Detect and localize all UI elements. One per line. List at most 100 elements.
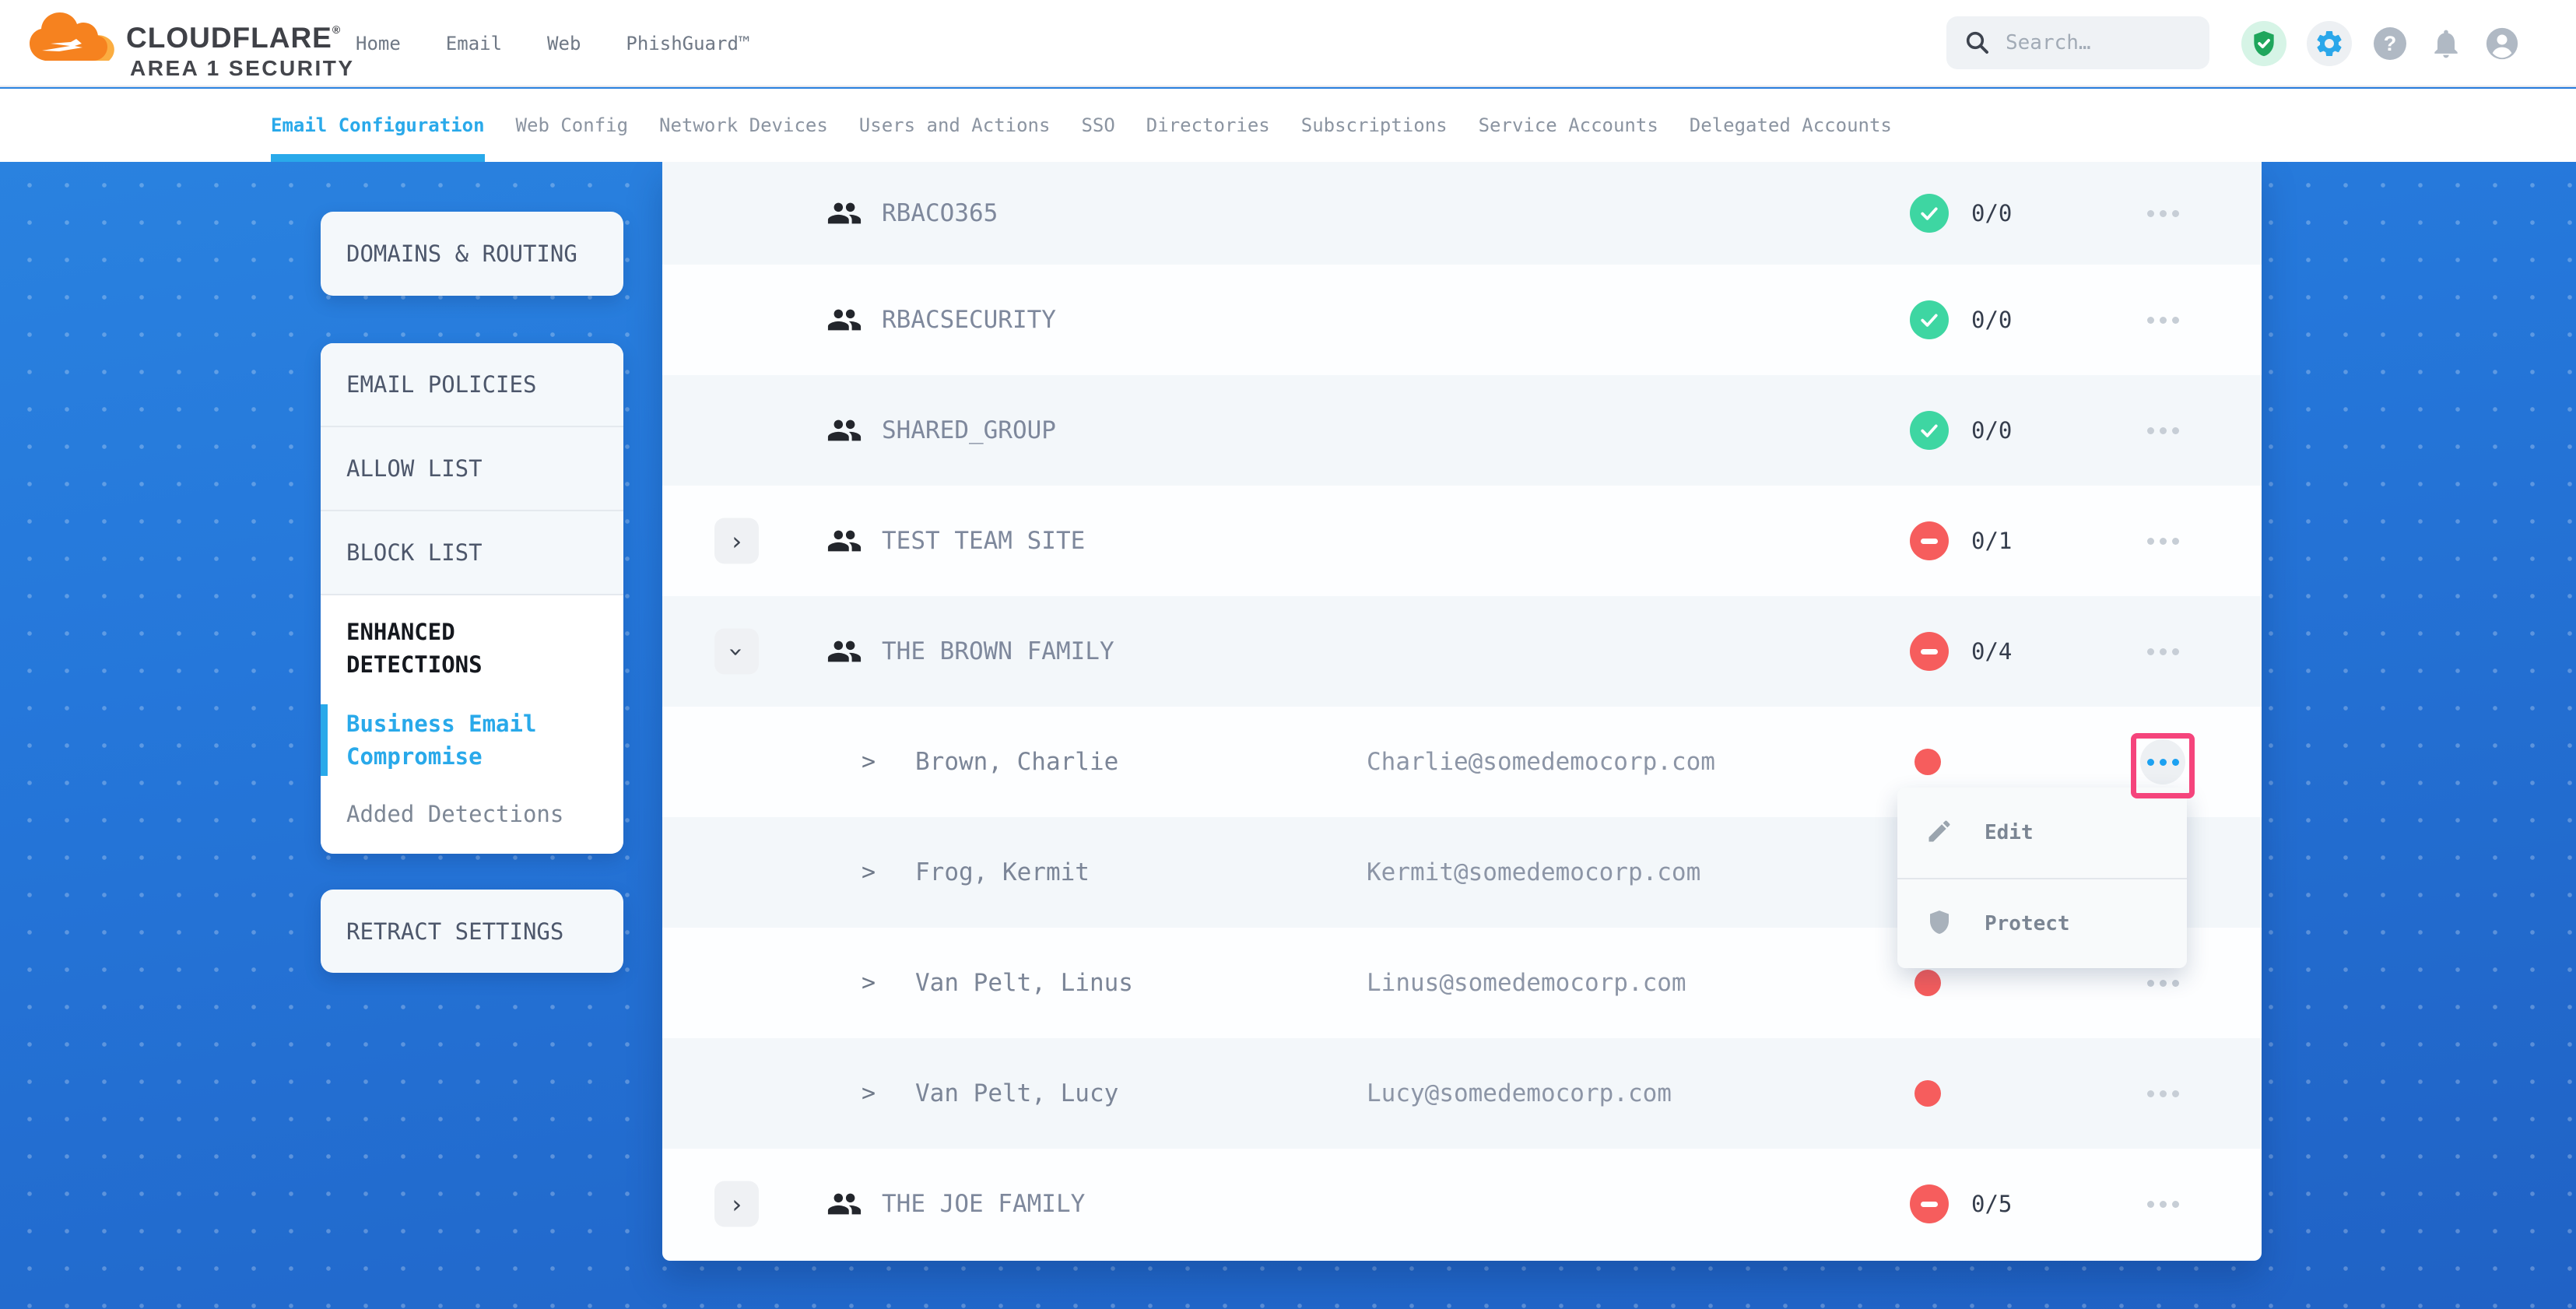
status-unprotected-icon <box>1910 521 1949 560</box>
sidebar-item-email-policies[interactable]: EMAIL POLICIES <box>321 343 623 427</box>
protected-count: 0/0 <box>1971 200 2012 226</box>
group-people-icon <box>826 195 862 231</box>
group-people-icon <box>826 302 862 338</box>
group-name: RBACO365 <box>882 199 998 227</box>
status-protected-icon <box>1910 194 1949 233</box>
logo-registered-mark: ® <box>332 23 341 36</box>
tab-delegated-accounts[interactable]: Delegated Accounts <box>1690 89 1892 162</box>
enhanced-detections-label[interactable]: ENHANCED DETECTIONS <box>346 616 580 681</box>
collapse-group-button[interactable]: › <box>714 629 759 675</box>
notifications-bell-icon[interactable] <box>2428 26 2464 61</box>
row-actions-menu-button[interactable] <box>2140 1071 2185 1116</box>
user-name: Van Pelt, Linus <box>915 969 1133 997</box>
protected-count: 0/5 <box>1971 1191 2012 1217</box>
tab-email-configuration[interactable]: Email Configuration <box>271 89 485 162</box>
top-nav-link-email[interactable]: Email <box>446 33 502 54</box>
group-name: SHARED_GROUP <box>882 416 1056 444</box>
sidebar-item-added-detections[interactable]: Added Detections <box>346 801 602 827</box>
account-icon[interactable] <box>2484 26 2520 61</box>
top-nav-link-web[interactable]: Web <box>547 33 581 54</box>
menu-item-label: Edit <box>1985 821 2034 844</box>
status-unprotected-icon <box>1910 1184 1949 1223</box>
group-people-icon <box>826 1186 862 1222</box>
chevron-right-icon[interactable]: > <box>862 859 876 886</box>
chevron-right-icon[interactable]: > <box>862 1080 876 1107</box>
tab-sso[interactable]: SSO <box>1081 89 1114 162</box>
sidebar-item-label: BLOCK LIST <box>346 539 483 566</box>
user-name: Van Pelt, Lucy <box>915 1079 1118 1107</box>
table-row-group: RBACSECURITY0/0 <box>662 265 2262 375</box>
top-header: CLOUDFLARE® AREA 1 SECURITY HomeEmailWeb… <box>0 0 2576 87</box>
expand-group-button[interactable]: › <box>714 518 759 564</box>
row-actions-menu-button[interactable] <box>2140 739 2185 784</box>
user-email: Charlie@somedemocorp.com <box>1367 748 1715 776</box>
chevron-right-icon[interactable]: > <box>862 749 876 776</box>
user-email: Lucy@somedemocorp.com <box>1367 1079 1672 1107</box>
settings-gear-icon[interactable] <box>2307 21 2352 66</box>
table-row-group: ›THE JOE FAMILY0/5 <box>662 1149 2262 1259</box>
row-actions-menu-button[interactable] <box>2140 518 2185 563</box>
sidebar-item-label: ALLOW LIST <box>346 455 483 482</box>
row-actions-menu-button[interactable] <box>2140 408 2185 453</box>
status-unprotected-dot <box>1914 749 1941 775</box>
search-input[interactable] <box>2006 31 2177 54</box>
row-actions-menu-button[interactable] <box>2140 297 2185 342</box>
tab-users-and-actions[interactable]: Users and Actions <box>859 89 1051 162</box>
retract-settings-label: RETRACT SETTINGS <box>321 918 563 945</box>
protected-count: 0/4 <box>1971 638 2012 665</box>
table-row-group: ›THE BROWN FAMILY0/4 <box>662 596 2262 707</box>
help-icon[interactable]: ? <box>2372 26 2408 61</box>
row-actions-menu-button[interactable] <box>2140 629 2185 674</box>
protected-count: 0/0 <box>1971 307 2012 333</box>
search-icon <box>1964 29 1992 57</box>
menu-item-label: Protect <box>1985 912 2070 935</box>
header-status-icons: ? <box>2241 0 2520 87</box>
cloudflare-cloud-icon <box>28 8 120 79</box>
shield-check-icon[interactable] <box>2241 21 2286 66</box>
menu-item-edit[interactable]: Edit <box>1897 788 2187 878</box>
secondary-nav: Email Configuration Web Config Network Dev… <box>0 89 2576 162</box>
group-people-icon <box>826 633 862 669</box>
domains-routing-label: DOMAINS & ROUTING <box>321 240 577 267</box>
status-protected-icon <box>1910 411 1949 450</box>
groups-users-table: RBACO3650/0RBACSECURITY0/0SHARED_GROUP0/… <box>662 162 2262 1261</box>
tab-directories[interactable]: Directories <box>1146 89 1270 162</box>
sidebar-item-label: EMAIL POLICIES <box>346 371 536 398</box>
shield-icon <box>1925 908 1953 939</box>
table-row-group: SHARED_GROUP0/0 <box>662 375 2262 486</box>
sidebar-card-retract-settings[interactable]: RETRACT SETTINGS <box>321 890 623 973</box>
tab-subscriptions[interactable]: Subscriptions <box>1301 89 1448 162</box>
sidebar-item-block-list[interactable]: BLOCK LIST <box>321 511 623 595</box>
top-nav-link-home[interactable]: Home <box>356 33 401 54</box>
sidebar-card-email-policies: EMAIL POLICIES ALLOW LIST BLOCK LIST ENHAN… <box>321 343 623 854</box>
table-row-group: ›TEST TEAM SITE0/1 <box>662 486 2262 596</box>
group-people-icon <box>826 412 862 448</box>
chevron-right-icon: › <box>729 1191 744 1216</box>
status-unprotected-dot <box>1914 970 1941 996</box>
row-actions-menu-button[interactable] <box>2140 1181 2185 1227</box>
expand-group-button[interactable]: › <box>714 1181 759 1227</box>
user-name: Brown, Charlie <box>915 748 1118 776</box>
top-nav-link-phishguard[interactable]: PhishGuard™ <box>626 33 749 54</box>
logo-title: CLOUDFLARE® <box>126 23 355 52</box>
menu-item-protect[interactable]: Protect <box>1897 878 2187 968</box>
tab-service-accounts[interactable]: Service Accounts <box>1479 89 1658 162</box>
row-actions-menu-button[interactable] <box>2140 191 2185 236</box>
sidebar-card-domains-routing[interactable]: DOMAINS & ROUTING <box>321 212 623 296</box>
sidebar-item-allow-list[interactable]: ALLOW LIST <box>321 427 623 511</box>
chevron-right-icon: › <box>729 528 744 553</box>
row-context-menu: Edit Protect <box>1897 788 2187 968</box>
tab-web-config[interactable]: Web Config <box>516 89 629 162</box>
status-unprotected-icon <box>1910 632 1949 671</box>
sidebar-item-business-email-compromise[interactable]: Business Email Compromise <box>346 707 564 773</box>
pencil-icon <box>1925 817 1953 848</box>
sidebar-item-label: Business Email Compromise <box>346 711 536 770</box>
group-people-icon <box>826 523 862 559</box>
chevron-right-icon[interactable]: > <box>862 970 876 997</box>
enhanced-detections-section: ENHANCED DETECTIONS Business Email Compr… <box>321 595 623 854</box>
tab-network-devices[interactable]: Network Devices <box>659 89 828 162</box>
chevron-down-icon: › <box>724 644 749 658</box>
search-box[interactable] <box>1946 16 2209 69</box>
user-email: Linus@somedemocorp.com <box>1367 969 1686 997</box>
protected-count: 0/1 <box>1971 528 2012 554</box>
